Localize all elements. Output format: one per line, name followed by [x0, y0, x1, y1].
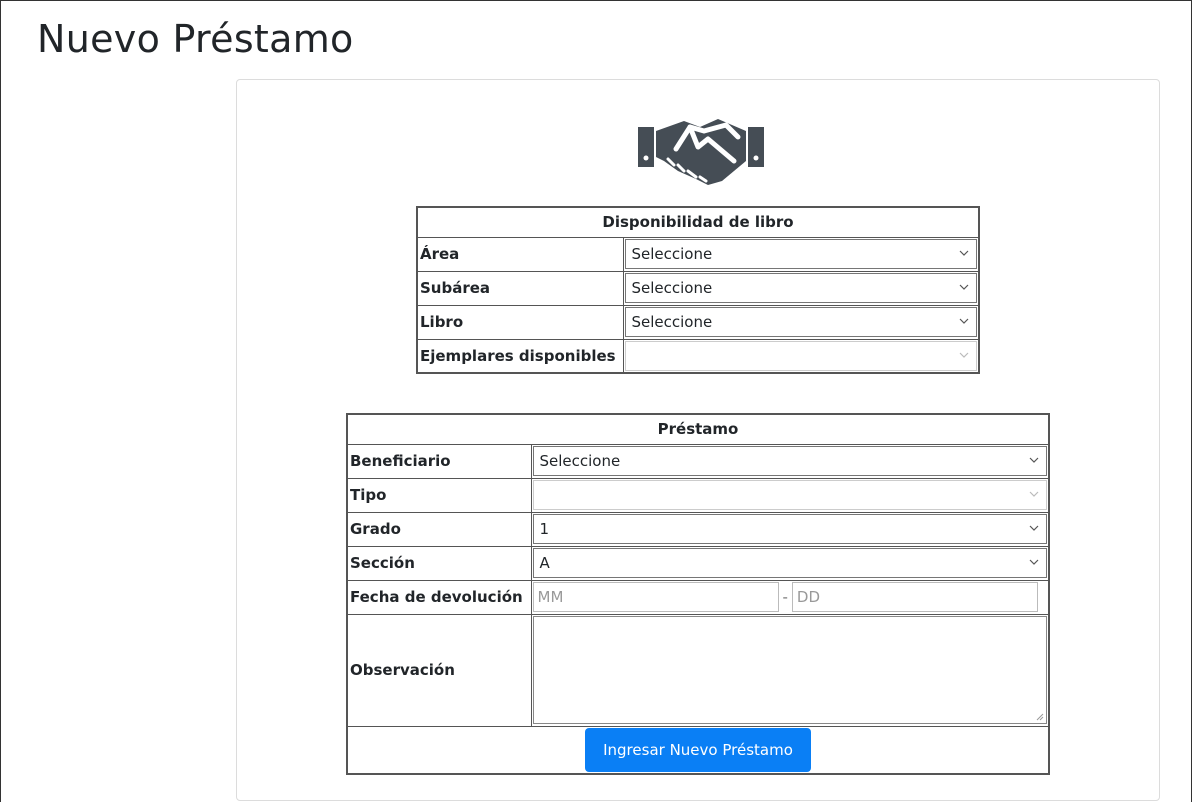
seccion-select[interactable]: A [532, 548, 1047, 578]
table-row: Subárea Seleccione [416, 270, 980, 306]
day-placeholder: DD [796, 588, 821, 606]
submit-loan-button[interactable]: Ingresar Nuevo Préstamo [585, 727, 811, 772]
table-row: Sección A [346, 545, 1050, 581]
chevron-down-icon [959, 284, 969, 290]
submit-row: Ingresar Nuevo Préstamo [346, 725, 1050, 775]
table-row: Fecha de devolución MM - DD [346, 579, 1050, 615]
table-row: Ejemplares disponibles [416, 338, 980, 374]
seccion-select-value: A [539, 554, 550, 572]
chevron-down-icon [959, 352, 969, 358]
table-row: Área Seleccione [416, 236, 980, 272]
table-row: Beneficiario Seleccione [346, 443, 1050, 479]
observacion-textarea[interactable] [532, 616, 1047, 724]
availability-header: Disponibilidad de libro [416, 206, 980, 238]
resize-grip-icon[interactable] [1036, 713, 1044, 721]
handshake-icon [638, 113, 764, 187]
table-row: Observación [346, 613, 1050, 727]
area-label: Área [416, 236, 624, 272]
fecha-label: Fecha de devolución [346, 579, 532, 615]
loan-header: Préstamo [346, 413, 1050, 445]
chevron-down-icon [1029, 525, 1039, 531]
chevron-down-icon [959, 250, 969, 256]
chevron-down-icon [1029, 491, 1039, 497]
chevron-down-icon [959, 318, 969, 324]
page-title: Nuevo Préstamo [37, 17, 354, 61]
subarea-select-value: Seleccione [631, 279, 713, 297]
chevron-down-icon [1029, 559, 1039, 565]
beneficiario-select-value: Seleccione [539, 452, 621, 470]
table-row: Tipo [346, 477, 1050, 513]
libro-label: Libro [416, 304, 624, 340]
area-select-value: Seleccione [631, 245, 713, 263]
chevron-down-icon [1029, 457, 1039, 463]
ejemplares-label: Ejemplares disponibles [416, 338, 624, 374]
libro-select[interactable]: Seleccione [624, 307, 977, 337]
table-row: Grado 1 [346, 511, 1050, 547]
fecha-inputs: MM - DD [532, 582, 1048, 612]
grado-select[interactable]: 1 [532, 514, 1047, 544]
beneficiario-select[interactable]: Seleccione [532, 446, 1047, 476]
day-input[interactable]: DD [791, 582, 1038, 612]
area-select[interactable]: Seleccione [624, 239, 977, 269]
seccion-label: Sección [346, 545, 532, 581]
month-placeholder: MM [537, 588, 564, 606]
loan-table: Préstamo Beneficiario Seleccione Tipo Gr… [346, 413, 1050, 775]
date-separator: - [782, 588, 788, 606]
table-row: Libro Seleccione [416, 304, 980, 340]
beneficiario-label: Beneficiario [346, 443, 532, 479]
grado-label: Grado [346, 511, 532, 547]
month-input[interactable]: MM [532, 582, 779, 612]
observacion-label: Observación [346, 613, 532, 727]
availability-table: Disponibilidad de libro Área Seleccione … [416, 206, 980, 374]
ejemplares-select[interactable] [624, 340, 977, 371]
tipo-label: Tipo [346, 477, 532, 513]
subarea-select[interactable]: Seleccione [624, 273, 977, 303]
window-border-left [0, 0, 1, 802]
window-border-top [0, 0, 1192, 1]
grado-select-value: 1 [539, 520, 550, 538]
libro-select-value: Seleccione [631, 313, 713, 331]
tipo-select[interactable] [532, 480, 1047, 510]
subarea-label: Subárea [416, 270, 624, 306]
